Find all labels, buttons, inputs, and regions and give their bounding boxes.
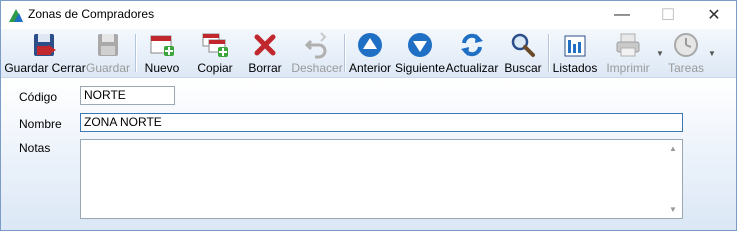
nuevo-button[interactable]: Nuevo bbox=[141, 30, 183, 76]
undo-icon bbox=[303, 31, 331, 59]
window-title: Zonas de Compradores bbox=[28, 7, 155, 21]
vertical-scrollbar[interactable]: ▲ ▼ bbox=[665, 140, 682, 218]
imprimir-label: Imprimir bbox=[606, 61, 650, 75]
search-icon bbox=[509, 31, 537, 59]
guardar-cerrar-label: Guardar Cerrar bbox=[4, 61, 86, 75]
borrar-label: Borrar bbox=[248, 61, 282, 75]
scroll-up-icon[interactable]: ▲ bbox=[669, 144, 677, 153]
nombre-label: Nombre bbox=[19, 117, 62, 131]
save-close-icon bbox=[31, 31, 59, 59]
codigo-input[interactable]: NORTE bbox=[80, 86, 175, 105]
listados-label: Listados bbox=[552, 61, 598, 75]
app-icon bbox=[8, 7, 24, 23]
deshacer-button[interactable]: Deshacer bbox=[291, 30, 343, 76]
deshacer-label: Deshacer bbox=[291, 61, 343, 75]
tareas-dropdown-icon[interactable]: ▼ bbox=[708, 49, 716, 58]
arrow-up-icon bbox=[356, 31, 384, 59]
close-button[interactable]: ✕ bbox=[691, 1, 737, 29]
guardar-cerrar-button[interactable]: Guardar Cerrar bbox=[4, 30, 86, 76]
minimize-button[interactable]: — bbox=[599, 1, 645, 29]
tareas-button[interactable]: Tareas bbox=[665, 30, 707, 76]
toolbar-separator bbox=[344, 34, 346, 72]
guardar-button[interactable]: Guardar bbox=[85, 30, 131, 76]
listados-button[interactable]: Listados bbox=[552, 30, 598, 76]
nombre-input[interactable]: ZONA NORTE bbox=[80, 113, 683, 132]
actualizar-button[interactable]: Actualizar bbox=[446, 30, 498, 76]
anterior-button[interactable]: Anterior bbox=[347, 30, 393, 76]
refresh-icon bbox=[458, 31, 486, 59]
window: Zonas de Compradores — ☐ ✕ Guardar Cerra… bbox=[0, 0, 737, 231]
copiar-label: Copiar bbox=[197, 61, 233, 75]
guardar-label: Guardar bbox=[85, 61, 131, 75]
tareas-label: Tareas bbox=[667, 61, 705, 75]
imprimir-dropdown-icon[interactable]: ▼ bbox=[656, 49, 664, 58]
notas-textarea[interactable]: ▲ ▼ bbox=[80, 139, 683, 219]
notas-label: Notas bbox=[19, 141, 51, 155]
nuevo-label: Nuevo bbox=[144, 61, 180, 75]
siguiente-button[interactable]: Siguiente bbox=[395, 30, 445, 76]
copiar-button[interactable]: Copiar bbox=[194, 30, 236, 76]
printer-icon bbox=[614, 31, 642, 59]
title-bar: Zonas de Compradores — ☐ ✕ bbox=[1, 1, 736, 29]
scroll-down-icon[interactable]: ▼ bbox=[669, 205, 677, 214]
actualizar-label: Actualizar bbox=[445, 61, 499, 75]
copy-icon bbox=[201, 31, 229, 59]
report-icon bbox=[561, 31, 589, 59]
codigo-label: Código bbox=[19, 90, 58, 104]
imprimir-button[interactable]: Imprimir bbox=[602, 30, 654, 76]
buscar-label: Buscar bbox=[504, 61, 542, 75]
borrar-button[interactable]: Borrar bbox=[244, 30, 286, 76]
toolbar-separator bbox=[548, 34, 550, 72]
save-icon bbox=[94, 31, 122, 59]
arrow-down-icon bbox=[406, 31, 434, 59]
delete-icon bbox=[251, 31, 279, 59]
maximize-button[interactable]: ☐ bbox=[645, 1, 691, 29]
toolbar-separator bbox=[135, 34, 137, 72]
clock-icon bbox=[672, 31, 700, 59]
form-area: Código NORTE Nombre ZONA NORTE Notas ▲ ▼ bbox=[1, 78, 736, 230]
anterior-label: Anterior bbox=[348, 61, 392, 75]
new-icon bbox=[148, 31, 176, 59]
toolbar: Guardar Cerrar Guardar Nuevo Copiar Borr… bbox=[1, 29, 736, 78]
buscar-button[interactable]: Buscar bbox=[503, 30, 543, 76]
siguiente-label: Siguiente bbox=[394, 61, 446, 75]
